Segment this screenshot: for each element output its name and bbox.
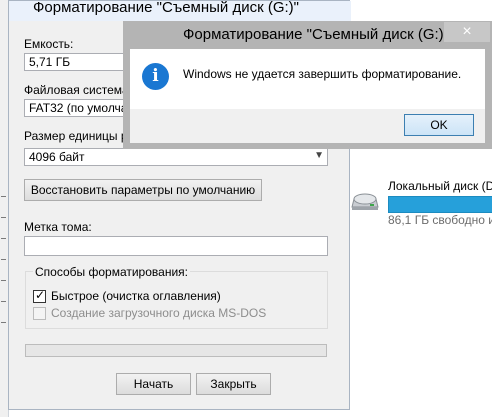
quick-format-label[interactable]: Быстрое (очистка оглавления): [51, 289, 221, 303]
volume-label-label: Метка тома:: [24, 220, 92, 234]
tree-line: [1, 280, 6, 281]
message-box-footer: OK: [130, 109, 485, 143]
message-box-titlebar[interactable]: Форматирование "Съемный диск (G:)" ×: [123, 21, 492, 49]
filesystem-select[interactable]: FAT32 (по умолчан: [24, 99, 129, 117]
format-dialog-title: Форматирование "Съемный диск (G:)": [33, 0, 299, 16]
drive-usage-bar: [388, 196, 492, 213]
tree-line: [1, 238, 6, 239]
start-button[interactable]: Начать: [116, 373, 191, 395]
close-icon[interactable]: ×: [444, 22, 490, 42]
chevron-down-icon: ▼: [314, 150, 324, 161]
quick-format-checkbox[interactable]: ✓: [33, 288, 46, 303]
tree-line: [1, 301, 6, 302]
explorer-window: Локальный диск (D 86,1 ГБ свободно и: [350, 155, 492, 417]
format-titlebar[interactable]: Форматирование "Съемный диск (G:)": [9, 0, 351, 21]
drive-name[interactable]: Локальный диск (D: [388, 179, 492, 193]
message-text: Windows не удается завершить форматирова…: [183, 67, 462, 81]
capacity-select[interactable]: 5,71 ГБ: [24, 53, 129, 71]
unit-size-label: Размер единицы ра: [24, 129, 135, 143]
message-box-body: i Windows не удается завершить форматиро…: [130, 49, 485, 109]
msdos-boot-label[interactable]: Создание загрузочного диска MS-DOS: [51, 306, 266, 320]
unit-size-value: 4096 байт: [29, 150, 85, 164]
format-options-label: Способы форматирования:: [33, 265, 190, 279]
tree-line: [1, 259, 6, 260]
msdos-boot-checkbox[interactable]: [33, 307, 46, 320]
message-box: Форматирование "Съемный диск (G:)" × i W…: [123, 21, 492, 149]
hard-drive-icon[interactable]: [350, 189, 380, 214]
filesystem-label: Файловая система:: [24, 83, 133, 97]
message-box-title: Форматирование "Съемный диск (G:)": [183, 26, 449, 43]
format-progress-bar: [25, 344, 327, 357]
checkmark-icon: ✓: [35, 288, 46, 302]
unit-size-select[interactable]: 4096 байт ▼: [24, 148, 328, 166]
close-button[interactable]: Закрыть: [196, 373, 271, 395]
info-icon: i: [142, 63, 169, 90]
capacity-value: 5,71 ГБ: [29, 55, 71, 69]
capacity-label: Емкость:: [24, 37, 74, 51]
tree-line: [1, 217, 6, 218]
volume-label-input[interactable]: [24, 236, 328, 256]
tree-line: [1, 322, 6, 323]
filesystem-value: FAT32 (по умолчан: [29, 101, 129, 115]
ok-button[interactable]: OK: [404, 114, 474, 136]
tree-line: [1, 196, 6, 197]
drive-free-space: 86,1 ГБ свободно и: [388, 213, 492, 227]
restore-defaults-button[interactable]: Восстановить параметры по умолчанию: [24, 179, 262, 201]
